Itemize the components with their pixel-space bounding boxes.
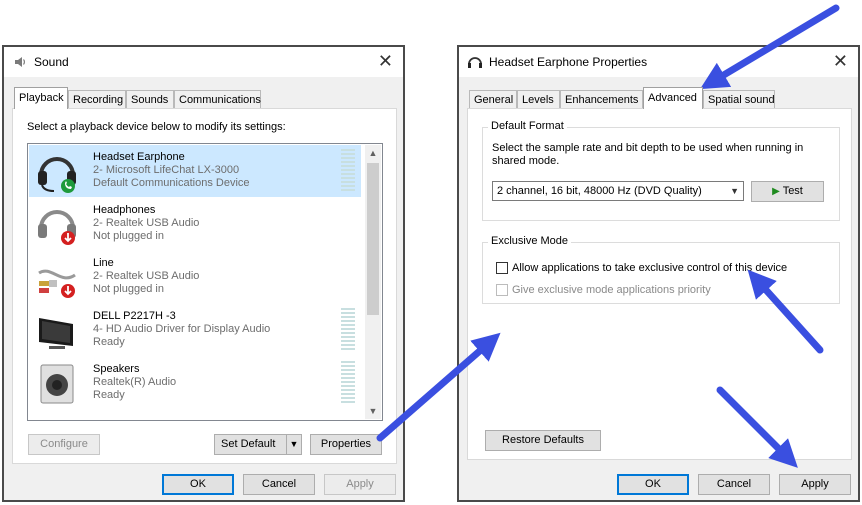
volume-meter xyxy=(341,361,355,405)
properties-titlebar: Headset Earphone Properties ✕ xyxy=(459,47,858,77)
close-icon[interactable]: ✕ xyxy=(378,51,393,71)
sound-tabs: Playback Recording Sounds Communications xyxy=(12,87,392,109)
device-name: Headset Earphone xyxy=(93,151,185,163)
exclusive-control-checkbox[interactable] xyxy=(496,262,508,274)
cancel-button[interactable]: Cancel xyxy=(698,474,770,495)
exclusive-mode-label: Exclusive Mode xyxy=(488,235,572,247)
apply-button[interactable]: Apply xyxy=(324,474,396,495)
tab-communications[interactable]: Communications xyxy=(174,90,261,108)
device-row[interactable]: DELL P2217H -3 4- HD Audio Driver for Di… xyxy=(29,304,361,356)
ok-button[interactable]: OK xyxy=(617,474,689,495)
configure-button[interactable]: Configure xyxy=(28,434,100,455)
window-title: Sound xyxy=(34,55,69,69)
tab-general[interactable]: General xyxy=(469,90,517,108)
default-format-description: Select the sample rate and bit depth to … xyxy=(492,142,804,167)
line-cable-icon xyxy=(38,269,76,298)
device-name: Headphones xyxy=(93,204,156,216)
sound-titlebar: Sound ✕ xyxy=(4,47,403,77)
cancel-button[interactable]: Cancel xyxy=(243,474,315,495)
chevron-down-icon: ▼ xyxy=(730,186,739,196)
apply-button[interactable]: Apply xyxy=(779,474,851,495)
device-row[interactable]: Headphones 2- Realtek USB Audio Not plug… xyxy=(29,198,361,250)
restore-defaults-button[interactable]: Restore Defaults xyxy=(485,430,601,451)
chevron-down-icon[interactable]: ▼ xyxy=(365,403,381,419)
device-row[interactable]: Headset Earphone 2- Microsoft LifeChat L… xyxy=(29,145,361,197)
monitor-icon xyxy=(39,318,73,349)
properties-window: Headset Earphone Properties ✕ General Le… xyxy=(457,45,860,502)
playback-panel: Select a playback device below to modify… xyxy=(12,108,397,464)
properties-button[interactable]: Properties xyxy=(310,434,382,455)
sound-window: Sound ✕ Playback Recording Sounds Commun… xyxy=(2,45,405,502)
device-name: Line xyxy=(93,257,114,269)
properties-tabs: General Levels Enhancements Advanced Spa… xyxy=(467,87,852,109)
tab-recording[interactable]: Recording xyxy=(68,90,126,108)
device-row[interactable]: Line 2- Realtek USB Audio Not plugged in xyxy=(29,251,361,303)
dropdown-arrow-icon[interactable]: ▼ xyxy=(286,435,301,454)
exclusive-control-label[interactable]: Allow applications to take exclusive con… xyxy=(512,262,787,274)
device-status: Not plugged in xyxy=(93,230,164,242)
device-status: Ready xyxy=(93,389,125,401)
test-button[interactable]: ▶ Test xyxy=(751,181,824,202)
advanced-panel: Default Format Select the sample rate an… xyxy=(467,108,852,460)
tab-enhancements[interactable]: Enhancements xyxy=(560,90,643,108)
device-driver: 2- Realtek USB Audio xyxy=(93,270,200,282)
device-driver: 2- Microsoft LifeChat LX-3000 xyxy=(93,164,240,176)
device-name: Speakers xyxy=(93,363,140,375)
exclusive-priority-label: Give exclusive mode applications priorit… xyxy=(512,284,711,296)
speaker-icon xyxy=(15,57,25,67)
headphones-icon xyxy=(38,210,76,245)
device-status: Default Communications Device xyxy=(93,177,250,189)
tab-sounds[interactable]: Sounds xyxy=(126,90,174,108)
tab-spatial-sound[interactable]: Spatial sound xyxy=(703,90,775,108)
device-status: Not plugged in xyxy=(93,283,164,295)
headset-icon xyxy=(468,57,482,68)
scrollbar-thumb[interactable] xyxy=(367,163,379,315)
headset-icon xyxy=(38,157,76,193)
volume-meter xyxy=(341,308,355,352)
device-driver: 2- Realtek USB Audio xyxy=(93,217,200,229)
tab-advanced[interactable]: Advanced xyxy=(643,87,703,109)
set-default-button[interactable]: Set Default ▼ xyxy=(214,434,302,455)
window-title: Headset Earphone Properties xyxy=(489,55,648,69)
device-name: DELL P2217H -3 xyxy=(93,310,176,322)
format-select[interactable]: 2 channel, 16 bit, 48000 Hz (DVD Quality… xyxy=(492,181,744,201)
tab-levels[interactable]: Levels xyxy=(517,90,560,108)
device-driver: 4- HD Audio Driver for Display Audio xyxy=(93,323,271,335)
device-row[interactable]: Speakers Realtek(R) Audio Ready xyxy=(29,357,361,409)
close-icon[interactable]: ✕ xyxy=(833,51,848,71)
device-status: Ready xyxy=(93,336,125,348)
default-format-label: Default Format xyxy=(488,120,567,132)
phone-badge-icon xyxy=(61,179,75,193)
chevron-up-icon[interactable]: ▲ xyxy=(365,145,381,161)
exclusive-priority-checkbox[interactable] xyxy=(496,284,508,296)
volume-meter xyxy=(341,149,355,193)
list-scrollbar[interactable]: ▲ ▼ xyxy=(365,145,381,419)
tab-playback[interactable]: Playback xyxy=(14,87,68,109)
ok-button[interactable]: OK xyxy=(162,474,234,495)
speaker-icon xyxy=(40,364,74,404)
instruction-text: Select a playback device below to modify… xyxy=(27,121,286,133)
play-icon: ▶ xyxy=(772,186,780,197)
device-list[interactable]: Headset Earphone 2- Microsoft LifeChat L… xyxy=(27,143,383,421)
device-driver: Realtek(R) Audio xyxy=(93,376,177,388)
